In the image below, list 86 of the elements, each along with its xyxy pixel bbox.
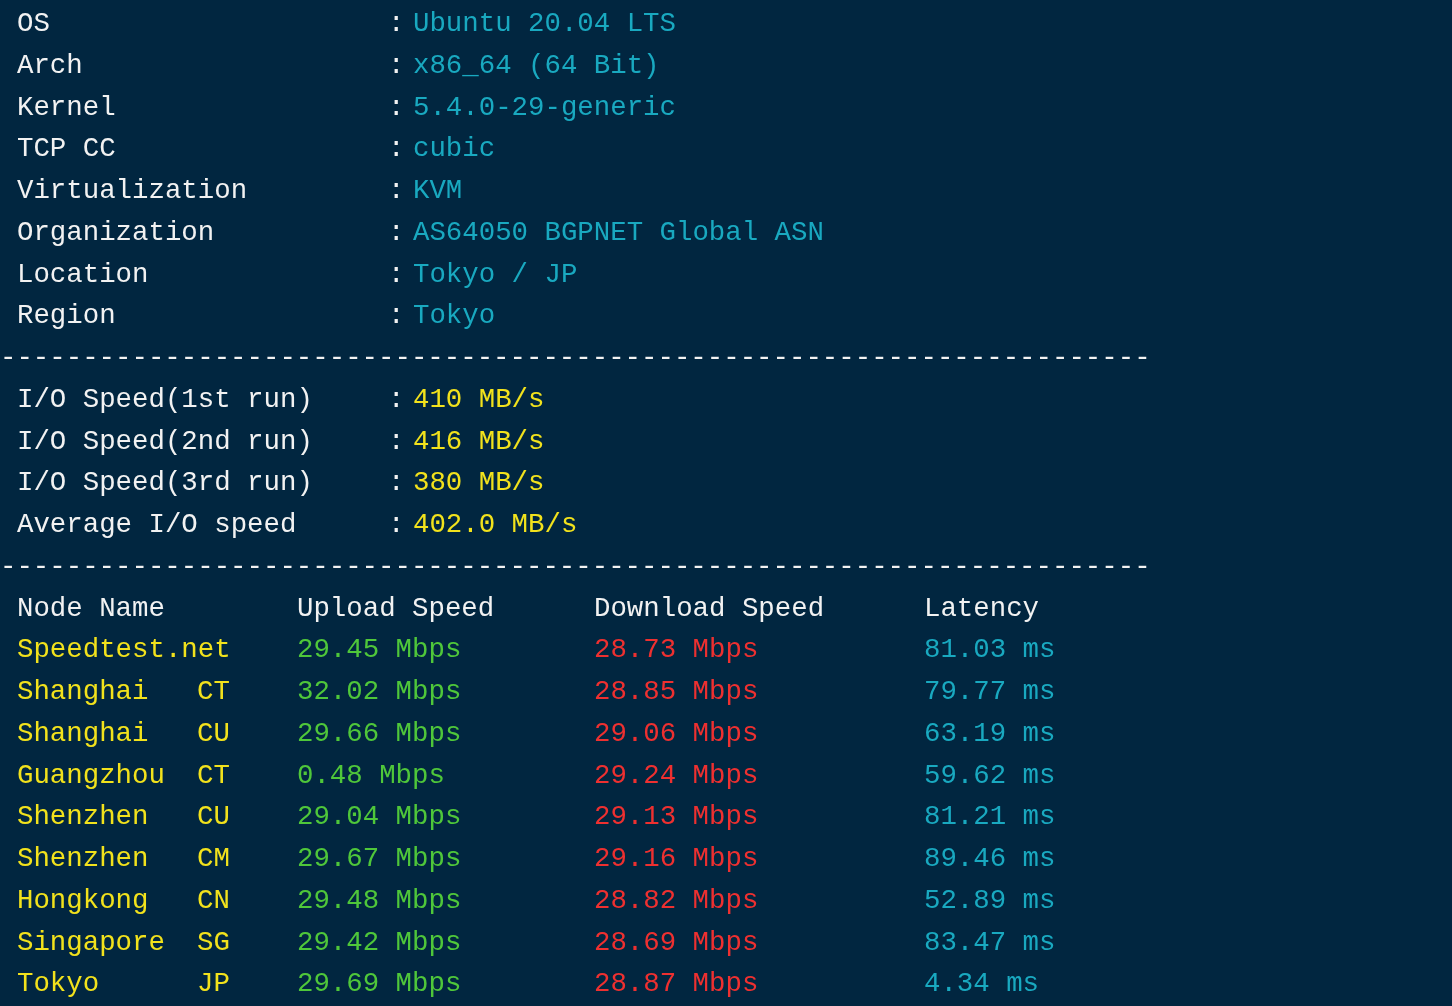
download-speed: 28.82 Mbps <box>594 884 759 916</box>
column-header: Download Speed <box>594 591 826 626</box>
info-value: Tokyo <box>413 299 496 334</box>
colon: : <box>388 90 406 125</box>
latency: 63.19 ms <box>924 717 1056 749</box>
download-speed: 28.87 Mbps <box>594 968 759 1000</box>
isp-code: JP <box>197 967 230 1002</box>
node-name: Tokyo <box>17 967 101 1002</box>
isp-code: SG <box>197 925 230 960</box>
io-label: I/O Speed(3rd run) <box>17 466 314 501</box>
upload-speed: 29.66 Mbps <box>297 717 462 749</box>
column-header: Node Name <box>17 591 166 626</box>
colon: : <box>388 132 406 167</box>
latency: 81.21 ms <box>924 801 1056 833</box>
info-value: AS64050 BGPNET Global ASN <box>413 215 824 250</box>
node-name: Shanghai <box>17 716 150 751</box>
info-label: Region <box>17 299 117 334</box>
upload-speed: 0.48 Mbps <box>297 759 445 791</box>
node-name: Shenzhen <box>17 842 150 876</box>
colon: : <box>388 299 406 334</box>
info-label: Kernel <box>17 90 117 125</box>
latency: 81.03 ms <box>924 634 1056 666</box>
info-label: Organization <box>17 215 216 250</box>
colon: : <box>388 7 406 41</box>
node-name: Singapore <box>17 925 166 960</box>
node-name: Speedtest.net <box>17 633 231 668</box>
upload-speed: 29.48 Mbps <box>297 884 462 916</box>
info-label: OS <box>17 7 51 41</box>
download-speed: 29.24 Mbps <box>594 759 759 791</box>
info-label: Location <box>17 257 150 292</box>
upload-speed: 29.69 Mbps <box>297 968 462 1000</box>
node-name: Shenzhen <box>17 800 150 835</box>
node-name: Guangzhou <box>17 758 166 793</box>
info-label: TCP CC <box>17 132 117 167</box>
io-label: I/O Speed(2nd run) <box>17 424 314 459</box>
node-name: Shanghai <box>17 675 150 709</box>
node-name: Hongkong <box>17 883 150 918</box>
upload-speed: 29.42 Mbps <box>297 926 462 958</box>
info-value: cubic <box>413 132 496 167</box>
isp-code: CM <box>197 842 230 876</box>
io-value: 416 MB/s <box>413 424 545 459</box>
info-value: Tokyo / JP <box>413 257 578 292</box>
info-value: x86_64 (64 Bit) <box>413 48 660 83</box>
upload-speed: 29.45 Mbps <box>297 634 462 666</box>
io-label: I/O Speed(1st run) <box>17 382 314 417</box>
upload-speed: 29.04 Mbps <box>297 801 462 833</box>
download-speed: 29.16 Mbps <box>594 843 759 874</box>
latency: 52.89 ms <box>924 884 1056 916</box>
isp-code: CT <box>197 675 230 709</box>
colon: : <box>388 215 406 250</box>
latency: 59.62 ms <box>924 759 1056 791</box>
upload-speed: 32.02 Mbps <box>297 676 462 707</box>
colon: : <box>388 508 406 542</box>
io-value: 402.0 MB/s <box>413 508 578 542</box>
dashed-separator: ---------------------------------------------------------------------- <box>0 549 1151 584</box>
info-value: KVM <box>413 174 463 208</box>
io-label: Average I/O speed <box>17 508 298 542</box>
download-speed: 28.73 Mbps <box>594 634 759 666</box>
dashed-separator: ---------------------------------------------------------------------- <box>0 341 1151 375</box>
download-speed: 29.13 Mbps <box>594 801 759 833</box>
latency: 89.46 ms <box>924 843 1056 874</box>
isp-code: CT <box>197 758 230 793</box>
download-speed: 29.06 Mbps <box>594 717 759 749</box>
info-value: 5.4.0-29-generic <box>413 90 676 125</box>
colon: : <box>388 424 406 459</box>
isp-code: CU <box>197 716 230 751</box>
info-value: Ubuntu 20.04 LTS <box>413 7 676 41</box>
upload-speed: 29.67 Mbps <box>297 843 462 874</box>
info-label: Virtualization <box>17 174 249 208</box>
colon: : <box>388 257 406 292</box>
latency: 4.34 ms <box>924 968 1040 1000</box>
colon: : <box>388 48 406 83</box>
colon: : <box>388 466 406 501</box>
isp-code: CN <box>197 883 230 918</box>
latency: 79.77 ms <box>924 676 1056 707</box>
latency: 83.47 ms <box>924 926 1056 958</box>
info-label: Arch <box>17 48 84 83</box>
io-value: 380 MB/s <box>413 466 545 501</box>
colon: : <box>388 174 406 208</box>
colon: : <box>388 382 406 417</box>
download-speed: 28.69 Mbps <box>594 926 759 958</box>
column-header: Upload Speed <box>297 591 496 626</box>
column-header: Latency <box>924 591 1041 626</box>
io-value: 410 MB/s <box>413 382 545 417</box>
isp-code: CU <box>197 800 230 835</box>
download-speed: 28.85 Mbps <box>594 676 759 707</box>
